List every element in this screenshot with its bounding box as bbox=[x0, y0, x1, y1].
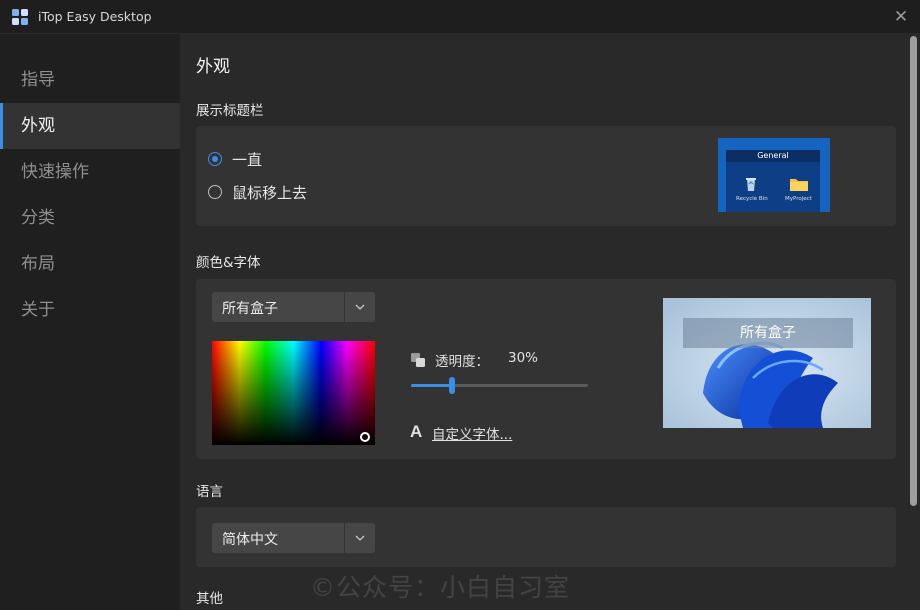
close-icon: ✕ bbox=[893, 7, 909, 27]
radio-button-selected[interactable] bbox=[208, 152, 222, 166]
preview-icon-label: Recycle Bin bbox=[736, 196, 768, 202]
radio-hover[interactable]: 鼠标移上去 bbox=[208, 181, 307, 203]
box-select-dropdown[interactable]: 所有盒子 bbox=[212, 292, 375, 322]
settings-panel: 外观 展示标题栏 一直 鼠标移上去 General Recycle Bin My… bbox=[180, 34, 920, 610]
radio-always[interactable]: 一直 bbox=[208, 148, 262, 170]
sidebar: 指导 外观 快速操作 分类 布局 关于 bbox=[0, 34, 180, 610]
preview-box: General Recycle Bin MyProject bbox=[726, 150, 820, 212]
sidebar-item-quick-actions[interactable]: 快速操作 bbox=[0, 149, 180, 195]
sidebar-item-layout[interactable]: 布局 bbox=[0, 241, 180, 287]
section-label-color-font: 颜色&字体 bbox=[196, 255, 261, 271]
titlebar-preview-image: General Recycle Bin MyProject bbox=[718, 138, 830, 212]
slider-thumb[interactable] bbox=[449, 377, 455, 394]
opacity-value: 30% bbox=[508, 350, 539, 366]
sidebar-item-appearance[interactable]: 外观 bbox=[0, 103, 180, 149]
recycle-bin-icon bbox=[746, 178, 756, 191]
section-label-language: 语言 bbox=[196, 484, 223, 500]
sidebar-item-about[interactable]: 关于 bbox=[0, 287, 180, 333]
chevron-down-icon bbox=[355, 304, 365, 310]
close-button[interactable]: ✕ bbox=[890, 6, 912, 28]
title-bar: iTop Easy Desktop ✕ bbox=[0, 0, 920, 34]
opacity-icon bbox=[411, 353, 425, 367]
scrollbar-thumb[interactable] bbox=[910, 36, 917, 506]
font-icon: A bbox=[410, 422, 423, 441]
dropdown-divider bbox=[344, 523, 345, 553]
slider-fill bbox=[411, 384, 452, 387]
radio-label-always: 一直 bbox=[232, 150, 263, 169]
appearance-preview-image: 所有盒子 bbox=[663, 298, 871, 428]
opacity-label: 透明度： bbox=[435, 354, 489, 370]
chevron-down-icon bbox=[355, 535, 365, 541]
preview-box-header: General bbox=[726, 150, 820, 162]
opacity-slider[interactable] bbox=[411, 377, 588, 394]
sidebar-item-guide[interactable]: 指导 bbox=[0, 57, 180, 103]
dropdown-value: 简体中文 bbox=[222, 532, 278, 548]
section-label-other: 其他 bbox=[196, 591, 223, 607]
watermark-text: ©公众号：小白自习室 bbox=[310, 573, 571, 602]
color-font-card: 所有盒子 透明度： 30% A 自定义字体... 所有盒子 bbox=[196, 279, 896, 459]
preview-icon-label: MyProject bbox=[785, 196, 812, 202]
custom-font-link[interactable]: 自定义字体... bbox=[432, 423, 512, 443]
page-title: 外观 bbox=[196, 57, 230, 77]
color-picker[interactable] bbox=[212, 341, 375, 445]
radio-button[interactable] bbox=[208, 185, 222, 199]
sidebar-item-categories[interactable]: 分类 bbox=[0, 195, 180, 241]
vertical-scrollbar[interactable] bbox=[909, 36, 918, 506]
language-select-dropdown[interactable]: 简体中文 bbox=[212, 523, 375, 553]
dropdown-value: 所有盒子 bbox=[222, 301, 278, 317]
app-logo-icon bbox=[12, 9, 28, 25]
preview-box-title: 所有盒子 bbox=[683, 318, 853, 348]
section-label-titlebar: 展示标题栏 bbox=[196, 103, 264, 119]
titlebar-card: 一直 鼠标移上去 General Recycle Bin MyProject bbox=[196, 126, 896, 226]
color-picker-handle[interactable] bbox=[360, 432, 370, 442]
dropdown-divider bbox=[344, 292, 345, 322]
folder-icon bbox=[790, 179, 808, 191]
radio-label-hover: 鼠标移上去 bbox=[232, 183, 308, 202]
language-card: 简体中文 bbox=[196, 507, 896, 567]
window-title: iTop Easy Desktop bbox=[38, 9, 152, 24]
